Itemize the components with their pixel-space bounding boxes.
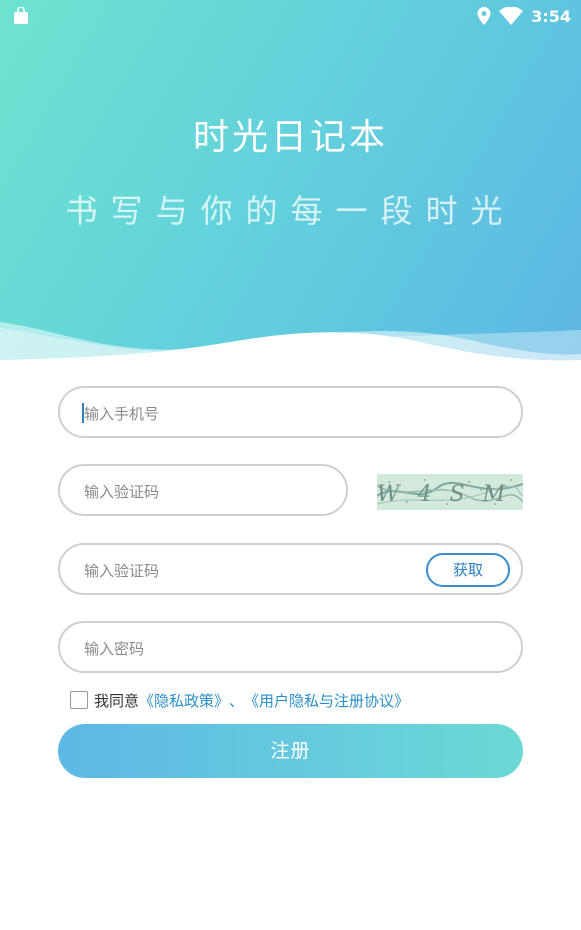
- captcha-image[interactable]: W4SM: [377, 474, 523, 510]
- agreement-separator: 、: [229, 691, 245, 710]
- password-field[interactable]: [58, 621, 523, 673]
- password-input[interactable]: [82, 635, 409, 663]
- wifi-icon: [499, 7, 524, 25]
- privacy-policy-link[interactable]: 《隐私政策》: [139, 690, 229, 711]
- captcha-field[interactable]: [58, 464, 348, 516]
- app-subtitle: 书写与你的每一段时光: [65, 192, 516, 230]
- status-time: 3:54: [531, 6, 571, 26]
- captcha-input[interactable]: [82, 478, 287, 506]
- location-icon: [477, 7, 491, 25]
- sms-code-field[interactable]: 获取: [58, 543, 523, 595]
- phone-input[interactable]: [82, 400, 409, 428]
- status-bar: 3:54: [0, 0, 581, 32]
- get-code-button[interactable]: 获取: [426, 553, 510, 587]
- bag-icon: [14, 7, 28, 24]
- phone-field[interactable]: [58, 386, 523, 438]
- agreement-prefix: 我同意: [94, 691, 140, 710]
- sms-code-input[interactable]: [82, 557, 363, 585]
- captcha-text: W4SM: [377, 482, 523, 507]
- agreement-checkbox[interactable]: [70, 691, 88, 709]
- register-button[interactable]: 注册: [58, 724, 523, 778]
- app-title: 时光日记本: [192, 117, 388, 158]
- agreement-row: 我同意 《隐私政策》 、 《用户隐私与注册协议》: [70, 688, 409, 712]
- header-banner: 3:54 时光日记本 书写与你的每一段时光: [0, 0, 581, 380]
- header-wave: [0, 322, 581, 380]
- terms-link[interactable]: 《用户隐私与注册协议》: [244, 690, 409, 711]
